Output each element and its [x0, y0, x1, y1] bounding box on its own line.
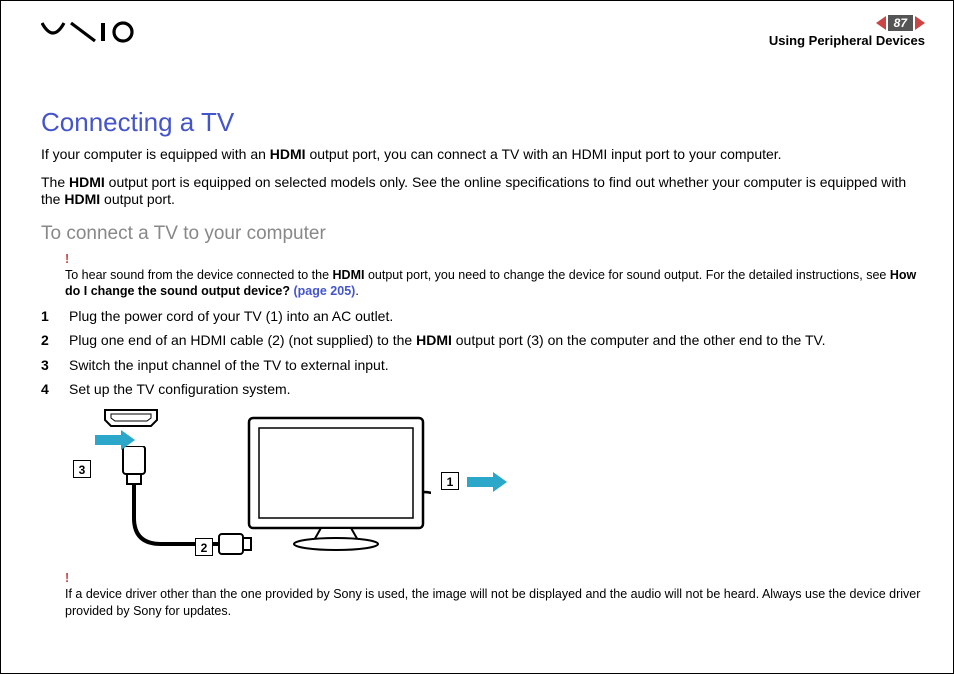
step-item: Plug one end of an HDMI cable (2) (not s… [41, 331, 925, 349]
text: Switch the input channel of the TV to ex… [69, 357, 389, 373]
step-item: Switch the input channel of the TV to ex… [41, 356, 925, 374]
hdmi-port-icon [101, 406, 161, 430]
text-bold: HDMI [270, 146, 306, 162]
next-page-arrow-icon[interactable] [915, 16, 925, 30]
page-number: 87 [888, 15, 913, 31]
page-title: Connecting a TV [41, 107, 925, 138]
connection-diagram: 3 2 1 [71, 406, 491, 566]
text: Plug one end of an HDMI cable (2) (not s… [69, 332, 416, 348]
text-bold: HDMI [416, 332, 452, 348]
page-ref-link[interactable]: (page 205) [293, 284, 355, 298]
text: Set up the TV configuration system. [69, 381, 291, 397]
text: . [355, 284, 358, 298]
arrow-icon [467, 472, 507, 492]
content: Connecting a TV If your computer is equi… [41, 107, 925, 619]
note-sound-output: ! To hear sound from the device connecte… [65, 251, 925, 300]
callout-3: 3 [73, 460, 91, 478]
note-device-driver: ! If a device driver other than the one … [65, 570, 925, 619]
hdmi-cable-icon [101, 446, 261, 556]
arrow-icon [95, 430, 135, 450]
text: output port. [100, 191, 175, 207]
text: output port, you need to change the devi… [364, 268, 889, 282]
section-label: Using Peripheral Devices [769, 33, 925, 48]
subheading: To connect a TV to your computer [41, 223, 925, 245]
warning-icon: ! [65, 570, 925, 586]
text: Plug the power cord of your TV (1) into … [69, 308, 393, 324]
text: The [41, 174, 69, 190]
text-bold: HDMI [69, 174, 105, 190]
text: If a device driver other than the one pr… [65, 587, 920, 617]
text: output port, you can connect a TV with a… [306, 146, 782, 162]
text: If your computer is equipped with an [41, 146, 270, 162]
text: output port (3) on the computer and the … [452, 332, 826, 348]
intro-para-1: If your computer is equipped with an HDM… [41, 146, 925, 164]
text-bold: HDMI [64, 191, 100, 207]
step-item: Set up the TV configuration system. [41, 380, 925, 398]
page-nav: 87 [876, 15, 925, 31]
warning-icon: ! [65, 251, 925, 267]
page-header: 87 Using Peripheral Devices [41, 13, 925, 53]
prev-page-arrow-icon[interactable] [876, 16, 886, 30]
text-bold: HDMI [333, 268, 365, 282]
page: 87 Using Peripheral Devices Connecting a… [0, 0, 954, 674]
tv-icon [241, 412, 431, 552]
vaio-logo [41, 21, 137, 48]
steps-list: Plug the power cord of your TV (1) into … [41, 307, 925, 398]
text: To hear sound from the device connected … [65, 268, 333, 282]
step-item: Plug the power cord of your TV (1) into … [41, 307, 925, 325]
callout-2: 2 [195, 538, 213, 556]
callout-1: 1 [441, 472, 459, 490]
intro-para-2: The HDMI output port is equipped on sele… [41, 174, 925, 209]
